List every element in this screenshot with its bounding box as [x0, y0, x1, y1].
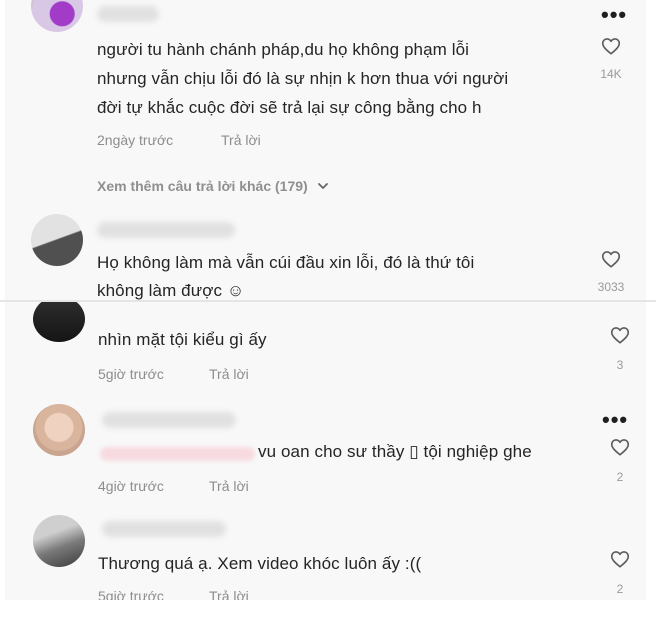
- comment-text-line: người tu hành chánh pháp,du họ không phạ…: [97, 40, 470, 59]
- like-count: 3033: [597, 280, 625, 294]
- timestamp: 5giờ trước: [98, 366, 164, 382]
- heart-outline-icon[interactable]: [608, 436, 632, 458]
- reply-button[interactable]: Trả lời: [209, 366, 249, 382]
- like-count: 3: [616, 358, 624, 372]
- heart-outline-icon[interactable]: [599, 35, 623, 57]
- more-options-icon[interactable]: •••: [602, 409, 628, 431]
- avatar[interactable]: [33, 302, 85, 342]
- avatar[interactable]: [31, 0, 83, 32]
- like-count: 2: [616, 582, 624, 596]
- username-redacted: [102, 521, 226, 537]
- comment-text-line: đời tự khắc cuộc đời sẽ trả lại sự công …: [97, 98, 482, 117]
- heart-outline-icon[interactable]: [608, 324, 632, 346]
- more-options-icon[interactable]: •••: [601, 4, 627, 26]
- view-more-replies-label: Xem thêm câu trả lời khác (179): [97, 178, 308, 194]
- chevron-down-icon: [317, 183, 328, 189]
- like-count: 2: [616, 470, 624, 484]
- username-redacted: [97, 222, 235, 238]
- timestamp: 4giờ trước: [98, 478, 164, 494]
- avatar[interactable]: [31, 214, 83, 266]
- avatar[interactable]: [33, 515, 85, 567]
- reply-button[interactable]: Trả lời: [209, 478, 249, 494]
- comments-screenshot: ••• người tu hành chánh pháp,du họ không…: [0, 0, 656, 617]
- comment-text-line: nhưng vẫn chịu lỗi đó là sự nhịn k hơn t…: [97, 69, 509, 88]
- avatar[interactable]: [33, 404, 85, 456]
- comments-panel-top: ••• người tu hành chánh pháp,du họ không…: [5, 0, 646, 300]
- comment-text: Thương quá ạ. Xem video khóc luôn ấy :((: [98, 554, 422, 573]
- timestamp: 5giờ trước: [98, 588, 164, 600]
- mention-redacted: [100, 447, 255, 461]
- heart-outline-icon[interactable]: [608, 548, 632, 570]
- heart-outline-icon[interactable]: [599, 248, 623, 270]
- comment-text: nhìn mặt tội kiểu gì ấy: [98, 330, 267, 349]
- comment-text-line: không làm được ☺: [97, 281, 245, 300]
- comment-text: vu oan cho sư thầy ▯ tội nghiệp ghe: [258, 442, 532, 461]
- comments-panel-bottom: nhìn mặt tội kiểu gì ấy 3 5giờ trước Trả…: [5, 302, 646, 600]
- timestamp: 2ngày trước: [97, 132, 174, 148]
- reply-button[interactable]: Trả lời: [209, 588, 249, 600]
- comment-text-line: Họ không làm mà vẫn cúi đầu xin lỗi, đó …: [97, 253, 475, 272]
- username-redacted: [97, 6, 159, 22]
- view-more-replies-button[interactable]: Xem thêm câu trả lời khác (179): [97, 178, 329, 194]
- reply-button[interactable]: Trả lời: [221, 132, 261, 148]
- username-redacted: [102, 412, 236, 428]
- like-count: 14K: [600, 67, 622, 81]
